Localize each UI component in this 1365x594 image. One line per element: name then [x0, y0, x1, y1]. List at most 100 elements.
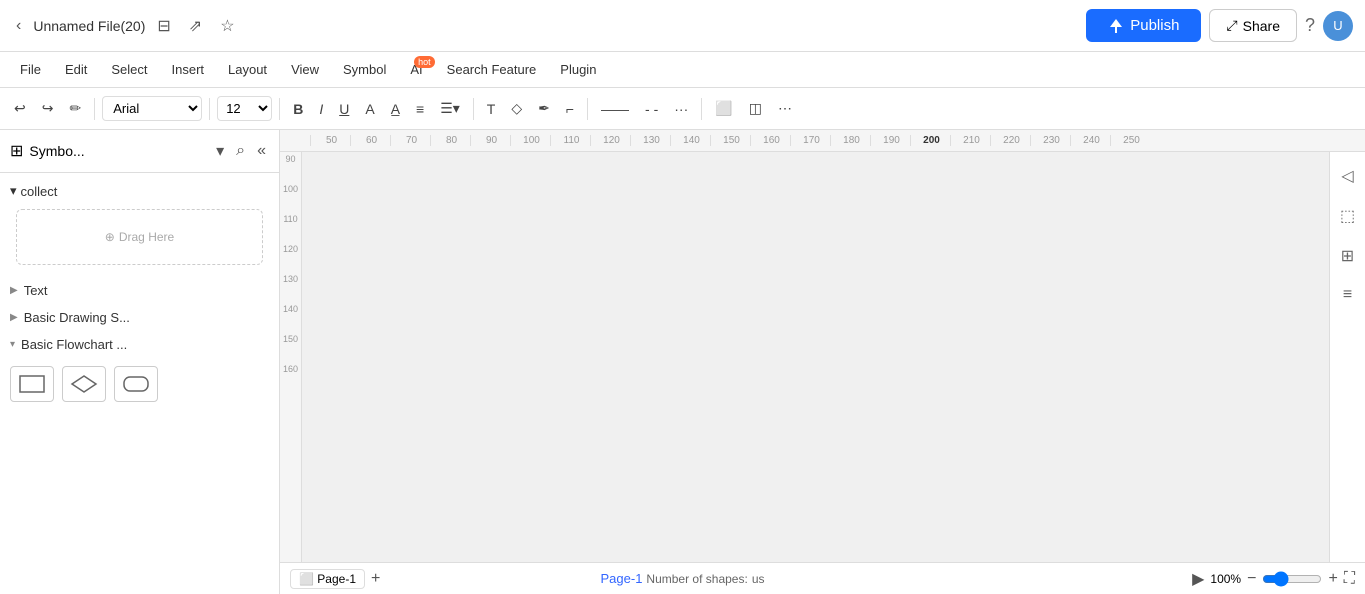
sidebar-flowchart-label: Basic Flowchart ...: [21, 337, 127, 352]
menu-plugin[interactable]: Plugin: [550, 58, 606, 81]
shape-rect[interactable]: [10, 366, 54, 402]
ruler-200: 200: [910, 135, 950, 146]
menu-file[interactable]: File: [10, 58, 51, 81]
share-label: Share: [1243, 18, 1280, 34]
file-title: Unnamed File(20): [33, 18, 145, 34]
menu-search[interactable]: Search Feature: [437, 58, 547, 81]
menu-select[interactable]: Select: [101, 58, 157, 81]
publish-button[interactable]: Publish: [1086, 9, 1201, 42]
ruler-80: 80: [430, 135, 470, 146]
separator-5: [587, 98, 588, 120]
diamond-shape-icon: [70, 374, 98, 394]
sidebar-collapse-icon[interactable]: «: [254, 139, 269, 163]
avatar: U: [1323, 11, 1353, 41]
separator-2: [209, 98, 210, 120]
bold-button[interactable]: B: [287, 97, 309, 121]
font-size-select[interactable]: 12: [217, 96, 272, 121]
save-icon[interactable]: ⊟: [153, 12, 174, 40]
publish-icon: [1108, 18, 1124, 34]
rect-shape-icon: [18, 374, 46, 394]
menu-ai[interactable]: AI hot: [400, 58, 432, 81]
menu-bar: File Edit Select Insert Layout View Symb…: [0, 52, 1365, 88]
right-panel-inner: 90 100 110 120 130 140 150 160: [280, 152, 1365, 562]
menu-view[interactable]: View: [281, 58, 329, 81]
sidebar-item-text[interactable]: ▶ Text: [0, 277, 279, 304]
share-button[interactable]: ⤢ Share: [1209, 9, 1297, 42]
pen-tool-button[interactable]: ✒: [532, 96, 556, 121]
undo-button[interactable]: ↩: [8, 96, 32, 121]
zoom-out-button[interactable]: −: [1247, 570, 1256, 588]
sidebar-flowchart-arrow: ▾: [10, 339, 15, 350]
zoom-slider[interactable]: [1262, 571, 1322, 587]
v-ruler-120: 120: [283, 242, 298, 272]
shapes-status: Number of shapes:: [646, 572, 747, 586]
separator-3: [279, 98, 280, 120]
shape-rounded-rect[interactable]: [114, 366, 158, 402]
zoom-in-button[interactable]: +: [1328, 570, 1337, 588]
right-panel-2[interactable]: ⬚: [1334, 200, 1361, 232]
sidebar-item-flowchart[interactable]: ▾ Basic Flowchart ...: [0, 331, 279, 358]
sidebar-expand-icon[interactable]: ▾: [213, 138, 227, 164]
ruler-90: 90: [470, 135, 510, 146]
underline-button[interactable]: U: [333, 97, 355, 121]
connector-button[interactable]: ⌐: [560, 97, 580, 121]
ruler-120: 120: [590, 135, 630, 146]
redo-button[interactable]: ↪: [36, 96, 60, 121]
ruler-220: 220: [990, 135, 1030, 146]
font-bg-button[interactable]: A̲: [385, 97, 406, 121]
menu-symbol[interactable]: Symbol: [333, 58, 396, 81]
back-button[interactable]: ‹: [12, 13, 25, 39]
sidebar-header: ⊞ Symbo... ▾ ⌕ «: [0, 130, 279, 173]
page-1-button[interactable]: ⬜ Page-1: [290, 569, 365, 589]
right-panel-list[interactable]: ≡: [1337, 280, 1358, 310]
top-icons: ⊟ ⇗ ☆: [153, 12, 238, 40]
v-ruler-150: 150: [283, 332, 298, 362]
frame2-button[interactable]: ◫: [743, 96, 768, 121]
fullscreen-button[interactable]: ⛶: [1344, 570, 1355, 588]
menu-layout[interactable]: Layout: [218, 58, 277, 81]
sidebar-search-icon[interactable]: ⌕: [233, 139, 248, 163]
font-family-select[interactable]: Arial: [102, 96, 202, 121]
canvas-wrapper: Arial 12 A↑ A↓ ≡ 🖌 Format Painter: [302, 152, 1329, 562]
collect-arrow: ▾: [10, 183, 17, 199]
help-button[interactable]: ?: [1305, 15, 1315, 36]
frame-button[interactable]: ⬜: [709, 96, 738, 121]
right-panel-1[interactable]: ◁: [1335, 160, 1359, 192]
dotted-button[interactable]: ···: [668, 97, 694, 121]
drag-plus-icon: ⊕: [105, 230, 115, 244]
ruler-230: 230: [1030, 135, 1070, 146]
star-icon[interactable]: ☆: [216, 12, 238, 40]
shape-diamond[interactable]: [62, 366, 106, 402]
ruler-100: 100: [510, 135, 550, 146]
collect-header[interactable]: ▾ collect: [10, 179, 269, 203]
font-color-button[interactable]: A: [359, 97, 380, 121]
sidebar-basic-drawing-arrow: ▶: [10, 312, 18, 323]
share-icon: ⤢: [1226, 17, 1237, 34]
sidebar: ⊞ Symbo... ▾ ⌕ « ▾ collect ⊕ Drag Here ▶…: [0, 130, 280, 594]
v-ruler-140: 140: [283, 302, 298, 332]
menu-insert[interactable]: Insert: [162, 58, 215, 81]
sidebar-basic-drawing-label: Basic Drawing S...: [24, 310, 130, 325]
text-tool-button[interactable]: T: [481, 97, 502, 121]
ruler-170: 170: [790, 135, 830, 146]
play-button[interactable]: ▶: [1192, 569, 1204, 589]
fill-tool-button[interactable]: ◇: [505, 96, 528, 121]
menu-edit[interactable]: Edit: [55, 58, 97, 81]
export-icon[interactable]: ⇗: [185, 12, 206, 40]
italic-button[interactable]: I: [313, 97, 329, 121]
align-button[interactable]: ≡: [410, 97, 430, 121]
align-options-button[interactable]: ☰▾: [434, 96, 466, 121]
ai-hot-badge: hot: [414, 56, 435, 68]
more-options-button[interactable]: ⋯: [772, 96, 798, 121]
separator-6: [701, 98, 702, 120]
sidebar-shapes: [0, 358, 279, 410]
zoom-controls: ▶ 100% − + ⛶: [1192, 569, 1355, 589]
ruler-140: 140: [670, 135, 710, 146]
line-style-button[interactable]: ——: [595, 97, 635, 121]
right-panel-3[interactable]: ⊞: [1335, 240, 1360, 272]
ruler-60: 60: [350, 135, 390, 146]
add-page-button[interactable]: +: [371, 570, 380, 588]
border-style-button[interactable]: - -: [639, 97, 664, 121]
sidebar-item-basic-drawing[interactable]: ▶ Basic Drawing S...: [0, 304, 279, 331]
format-painter-button[interactable]: ✏: [63, 96, 87, 121]
